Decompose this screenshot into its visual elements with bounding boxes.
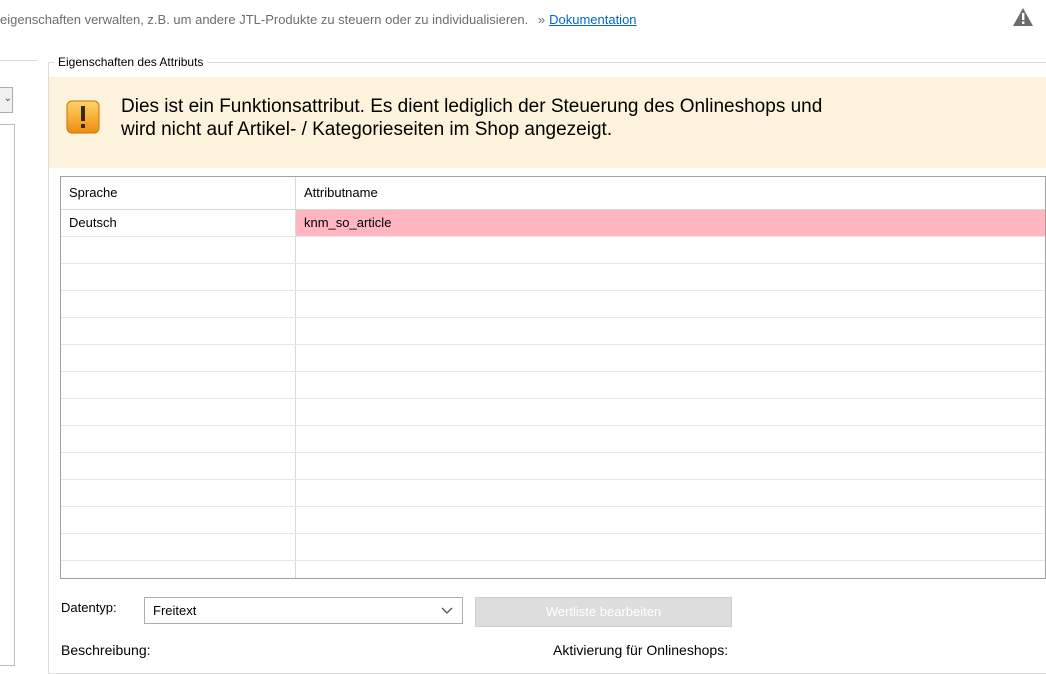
column-header-attribute-name[interactable]: Attributname [295,177,1045,209]
link-prefix: » [537,12,546,27]
group-title: Eigenschaften des Attributs [54,54,208,70]
warning-triangle-icon [1012,6,1034,28]
table-cell-attribute-name[interactable] [295,399,1045,425]
table-cell-language[interactable] [61,426,295,452]
edit-value-list-button[interactable]: Wertliste bearbeiten [475,597,732,627]
table-row[interactable] [61,480,1045,507]
info-text: eigenschaften verwalten, z.B. um andere … [0,12,529,27]
attribute-name-grid[interactable]: Sprache Attributname Deutsch knm_so_artic… [60,176,1046,579]
function-attribute-banner: Dies ist ein Funktionsattribut. Es dient… [49,77,1046,168]
left-list[interactable] [0,124,15,666]
table-cell-attribute-name[interactable] [295,291,1045,317]
banner-message: Dies ist ein Funktionsattribut. Es dient… [121,95,1021,141]
table-cell-attribute-name[interactable] [295,561,1045,578]
table-cell-attribute-name[interactable] [295,372,1045,398]
grid-header: Sprache Attributname [61,177,1045,210]
description-label: Beschreibung: [61,642,151,658]
chevron-down-icon [440,598,454,623]
exclamation-icon [66,100,100,134]
table-row[interactable] [61,426,1045,453]
table-cell-language[interactable] [61,561,295,578]
table-row[interactable] [61,399,1045,426]
datentyp-select[interactable]: Freitext [144,597,463,624]
table-cell-attribute-name[interactable] [295,345,1045,371]
table-cell-attribute-name[interactable] [295,534,1045,560]
table-cell-language[interactable] [61,264,295,290]
table-row[interactable] [61,507,1045,534]
shop-activation-label: Aktivierung für Onlineshops: [553,642,729,658]
datentyp-label: Datentyp: [61,600,117,615]
table-cell-attribute-name[interactable] [295,453,1045,479]
table-cell-language[interactable] [61,480,295,506]
table-row[interactable] [61,372,1045,399]
table-cell-language[interactable] [61,399,295,425]
table-row[interactable] [61,318,1045,345]
table-row[interactable] [61,534,1045,561]
table-cell-language[interactable]: Deutsch [61,210,295,236]
info-line: eigenschaften verwalten, z.B. um andere … [0,10,637,30]
left-dropdown[interactable]: ⌄ [0,87,13,113]
table-cell-language[interactable] [61,534,295,560]
table-cell-attribute-name[interactable] [295,318,1045,344]
table-row[interactable] [61,345,1045,372]
table-cell-language[interactable] [61,453,295,479]
documentation-link[interactable]: Dokumentation [549,12,636,27]
table-row[interactable] [61,561,1045,578]
table-row[interactable] [61,264,1045,291]
table-cell-language[interactable] [61,237,295,263]
chevron-down-icon: ⌄ [3,93,12,104]
table-cell-attribute-name[interactable] [295,480,1045,506]
banner-line-2: wird nicht auf Artikel- / Kategorieseite… [121,119,613,140]
table-cell-language[interactable] [61,507,295,533]
table-row[interactable] [61,237,1045,264]
column-header-language[interactable]: Sprache [61,177,295,209]
table-cell-language[interactable] [61,345,295,371]
table-cell-language[interactable] [61,372,295,398]
table-cell-attribute-name[interactable] [295,507,1045,533]
table-row[interactable]: Deutsch knm_so_article [61,210,1045,237]
table-row[interactable] [61,291,1045,318]
table-cell-attribute-name[interactable] [295,237,1045,263]
table-cell-language[interactable] [61,291,295,317]
table-cell-attribute-name[interactable] [295,264,1045,290]
datentyp-value: Freitext [153,603,197,618]
table-cell-language[interactable] [61,318,295,344]
table-row[interactable] [61,453,1045,480]
table-cell-attribute-name[interactable]: knm_so_article [295,210,1045,236]
banner-line-1: Dies ist ein Funktionsattribut. Es dient… [121,96,823,117]
table-cell-attribute-name[interactable] [295,426,1045,452]
